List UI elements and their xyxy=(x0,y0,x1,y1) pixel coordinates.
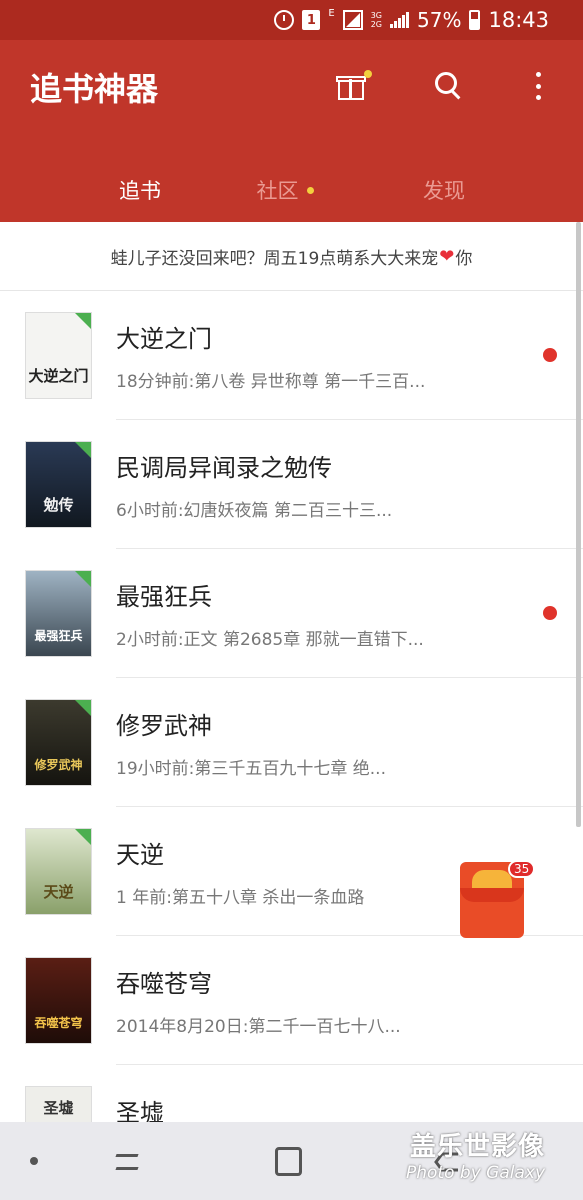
book-title: 修罗武神 xyxy=(116,712,212,740)
status-bar: 1 E 3G 2G 57% 18:43 xyxy=(0,0,583,40)
book-latest-chapter: 2小时前:正文 第2685章 那就一直错下... xyxy=(116,630,424,650)
announcement-banner[interactable]: 蛙儿子还没回来吧？周五19点萌系大大来宠 ❤ 你 xyxy=(0,222,583,291)
notification-dot xyxy=(364,70,372,78)
book-item[interactable]: 吞噬苍穹 吞噬苍穹 2014年8月20日:第二千一百七十八... xyxy=(0,936,583,1065)
more-icon xyxy=(535,72,541,77)
book-cover-text: 勉传 xyxy=(43,496,74,514)
book-cover-text: 大逆之门 xyxy=(28,367,89,385)
signal-bars-icon xyxy=(390,12,410,28)
network-type-top: 3G xyxy=(370,11,383,20)
tab-bar: 追书 社区 发现 xyxy=(0,160,583,220)
book-latest-chapter: 19小时前:第三千五百九十七章 绝... xyxy=(116,759,386,779)
watermark-subtitle: Photo by Galaxy xyxy=(406,1163,546,1183)
book-cover-text: 天逆 xyxy=(43,883,74,901)
search-button[interactable] xyxy=(433,70,465,102)
book-cover: 天逆 xyxy=(26,829,91,914)
book-title: 天逆 xyxy=(116,841,164,869)
red-packet-count-badge: 35 xyxy=(508,860,536,878)
book-title: 圣墟 xyxy=(116,1099,164,1122)
unread-dot xyxy=(543,606,557,620)
book-cover: 修罗武神 xyxy=(26,700,91,785)
book-cover: 吞噬苍穹 xyxy=(26,958,91,1043)
watermark-title: 盖乐世影像 xyxy=(410,1132,546,1162)
book-cover: 最强狂兵 xyxy=(26,571,91,656)
battery-icon xyxy=(469,10,481,30)
book-latest-chapter: 6小时前:幻唐妖夜篇 第二百三十三... xyxy=(116,501,393,521)
tab-following[interactable]: 追书 xyxy=(90,160,190,220)
book-item[interactable]: 勉传 民调局异闻录之勉传 6小时前:幻唐妖夜篇 第二百三十三... xyxy=(0,420,583,549)
tab-community-label: 社区 xyxy=(256,179,299,203)
app-bar: 追书神器 追书 社区 发现 xyxy=(0,40,583,222)
book-title: 吞噬苍穹 xyxy=(116,970,212,998)
alarm-icon xyxy=(274,10,295,30)
heart-icon: ❤ xyxy=(439,245,455,267)
book-latest-chapter: 1 年前:第五十八章 杀出一条血路 xyxy=(116,888,365,908)
book-cover-text: 最强狂兵 xyxy=(34,629,83,643)
network-type-bottom: 2G xyxy=(370,20,383,29)
book-item[interactable]: 修罗武神 修罗武神 19小时前:第三千五百九十七章 绝... xyxy=(0,678,583,807)
book-latest-chapter: 18分钟前:第八卷 异世称尊 第一千三百... xyxy=(116,372,426,392)
battery-percent: 57% xyxy=(417,8,462,32)
book-item[interactable]: 圣墟 圣墟 xyxy=(0,1065,583,1122)
sim-icon: 1 xyxy=(302,10,321,30)
more-menu-button[interactable] xyxy=(528,70,548,102)
book-cover: 大逆之门 xyxy=(26,313,91,398)
book-cover: 圣墟 xyxy=(26,1087,91,1122)
book-list[interactable]: 大逆之门 大逆之门 18分钟前:第八卷 异世称尊 第一千三百... 勉传 民调局… xyxy=(0,291,583,1122)
home-icon[interactable] xyxy=(275,1147,302,1176)
network-e-label: E xyxy=(328,8,335,19)
recent-apps-icon[interactable] xyxy=(112,1148,140,1176)
book-cover: 勉传 xyxy=(26,442,91,527)
book-title: 民调局异闻录之勉传 xyxy=(116,454,332,482)
status-time: 18:43 xyxy=(488,8,549,32)
nav-dot-icon[interactable] xyxy=(30,1157,38,1165)
announcement-text-end: 你 xyxy=(455,248,473,269)
tab-community[interactable]: 社区 xyxy=(235,160,335,220)
scrollbar[interactable] xyxy=(576,222,581,827)
announcement-text: 蛙儿子还没回来吧？周五19点萌系大大来宠 xyxy=(110,248,439,269)
book-item[interactable]: 最强狂兵 最强狂兵 2小时前:正文 第2685章 那就一直错下... xyxy=(0,549,583,678)
tab-discover[interactable]: 发现 xyxy=(394,160,494,220)
book-title: 大逆之门 xyxy=(116,325,212,353)
app-title: 追书神器 xyxy=(30,70,159,108)
book-title: 最强狂兵 xyxy=(116,583,212,611)
unread-dot xyxy=(543,348,557,362)
gift-button[interactable] xyxy=(336,70,372,102)
network-type: 3G 2G xyxy=(371,11,382,29)
signal-icon xyxy=(342,10,363,30)
book-cover-text: 圣墟 xyxy=(43,1099,74,1117)
watermark: 盖乐世影像 Photo by Galaxy xyxy=(406,1126,545,1183)
red-packet-button[interactable]: 35 xyxy=(460,860,536,938)
notification-dot xyxy=(306,186,314,194)
book-cover-text: 吞噬苍穹 xyxy=(34,1016,83,1030)
book-latest-chapter: 2014年8月20日:第二千一百七十八... xyxy=(116,1017,401,1037)
book-cover-text: 修罗武神 xyxy=(34,758,83,772)
book-item[interactable]: 大逆之门 大逆之门 18分钟前:第八卷 异世称尊 第一千三百... xyxy=(0,291,583,420)
